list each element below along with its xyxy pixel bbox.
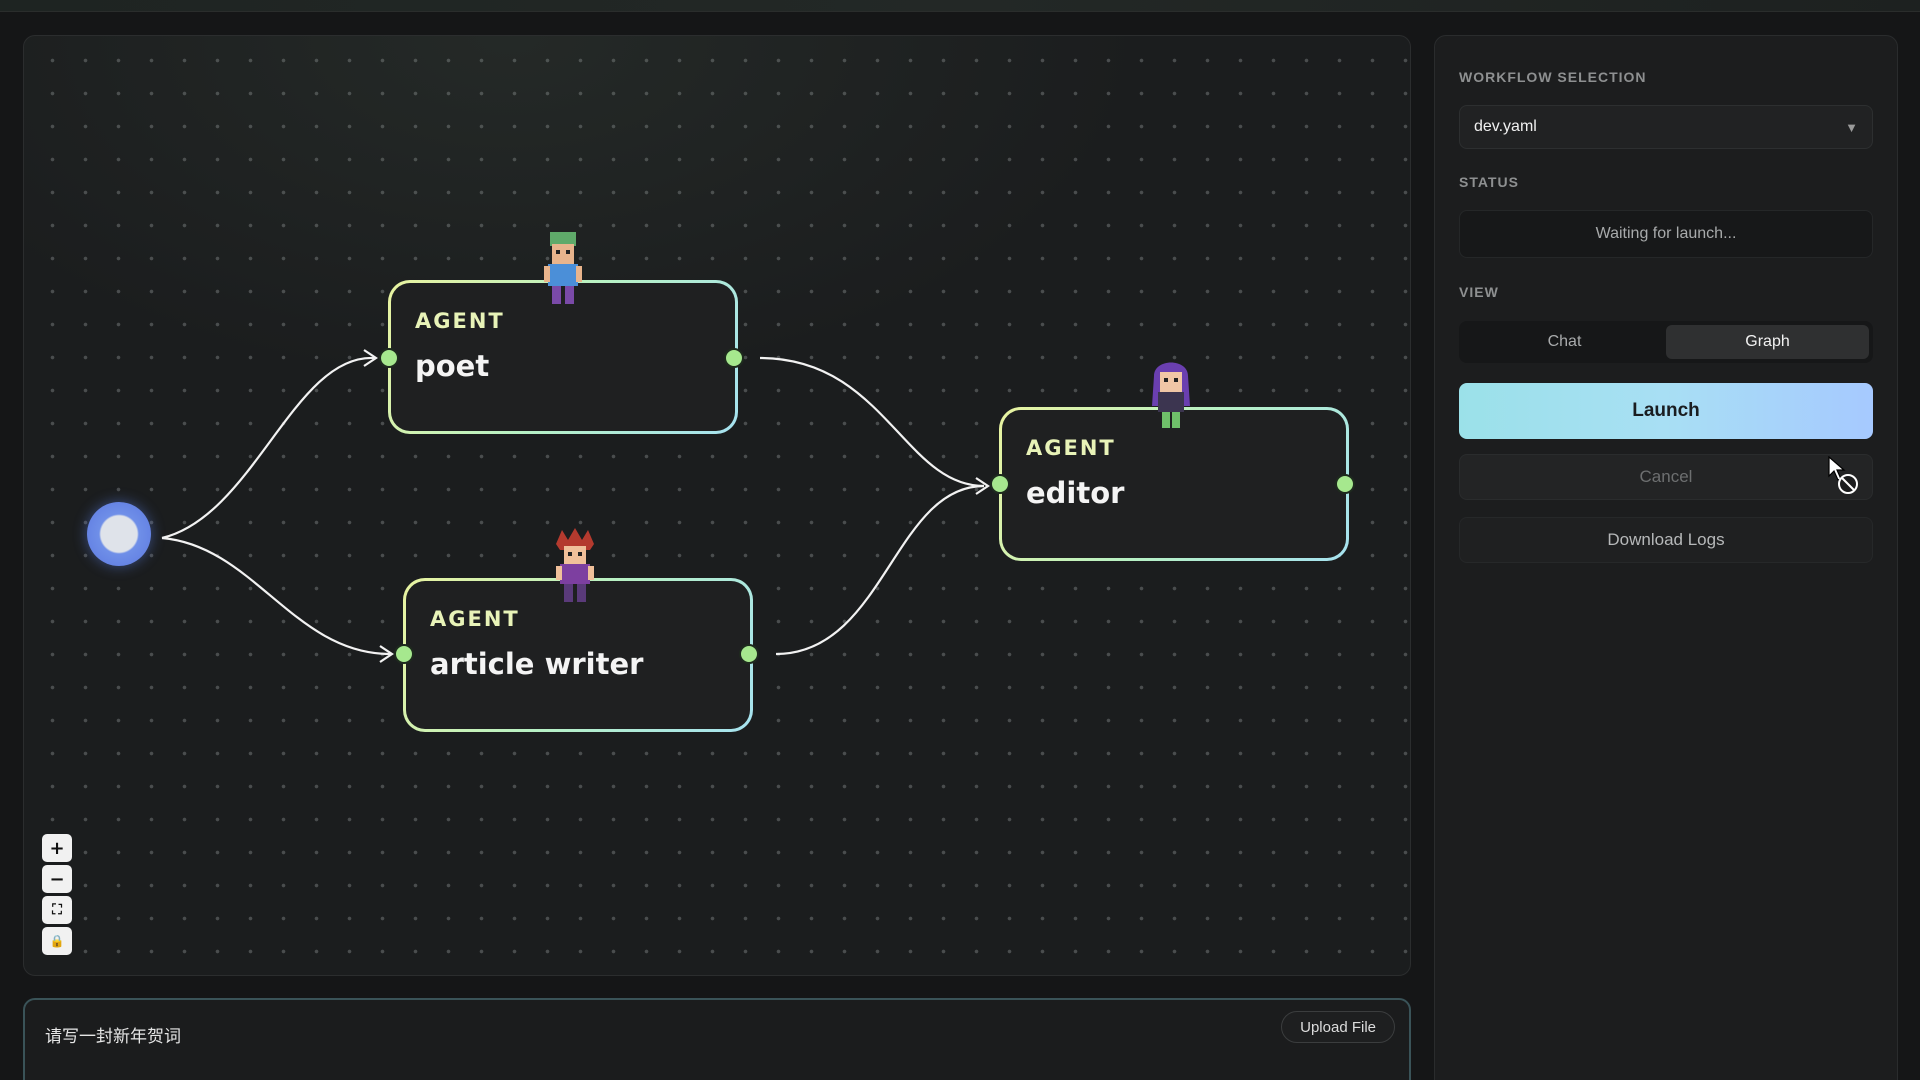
workflow-selection-label: WORKFLOW SELECTION bbox=[1459, 69, 1647, 85]
zoom-controls: + − ⛶ 🔒 bbox=[42, 834, 74, 958]
output-handle-article-writer[interactable] bbox=[739, 644, 759, 664]
article-writer-avatar-icon bbox=[556, 528, 594, 602]
agent-name: poet bbox=[415, 349, 490, 383]
poet-avatar-icon bbox=[544, 232, 582, 304]
output-handle-poet[interactable] bbox=[724, 348, 744, 368]
upload-file-button[interactable]: Upload File bbox=[1281, 1011, 1395, 1043]
status-label: STATUS bbox=[1459, 174, 1519, 190]
tab-graph[interactable]: Graph bbox=[1666, 325, 1869, 359]
download-logs-button[interactable]: Download Logs bbox=[1459, 517, 1873, 563]
view-toggle: Chat Graph bbox=[1459, 321, 1873, 363]
top-bar bbox=[0, 0, 1920, 12]
edge-start-article-writer bbox=[161, 536, 391, 656]
prompt-input[interactable]: 请写一封新年贺词 Upload File bbox=[23, 998, 1411, 1080]
edge-start-poet bbox=[161, 356, 375, 540]
view-label: VIEW bbox=[1459, 284, 1499, 300]
agent-name: article writer bbox=[430, 647, 644, 681]
zoom-in-button[interactable]: + bbox=[42, 834, 72, 862]
agent-kind-label: AGENT bbox=[430, 607, 520, 631]
status-display: Waiting for launch... bbox=[1459, 210, 1873, 258]
workflow-select[interactable]: dev.yaml ▼ bbox=[1459, 105, 1873, 149]
not-allowed-cursor-icon bbox=[1828, 456, 1858, 494]
edge-article-writer-editor bbox=[775, 484, 985, 656]
prompt-input-text[interactable]: 请写一封新年贺词 bbox=[45, 1022, 181, 1047]
agent-kind-label: AGENT bbox=[415, 309, 505, 333]
cancel-button[interactable]: Cancel bbox=[1459, 454, 1873, 500]
input-handle-editor[interactable] bbox=[990, 474, 1010, 494]
workflow-select-value: dev.yaml bbox=[1474, 118, 1537, 135]
caret-down-icon: ▼ bbox=[1845, 119, 1858, 135]
graph-canvas[interactable]: AGENT poet AGENT article writer AGENT ed… bbox=[23, 35, 1411, 976]
launch-button[interactable]: Launch bbox=[1459, 383, 1873, 439]
zoom-out-button[interactable]: − bbox=[42, 865, 72, 893]
start-node[interactable] bbox=[87, 502, 151, 566]
fit-view-button[interactable]: ⛶ bbox=[42, 896, 72, 924]
control-panel: WORKFLOW SELECTION dev.yaml ▼ STATUS Wai… bbox=[1434, 35, 1898, 1080]
input-handle-article-writer[interactable] bbox=[394, 644, 414, 664]
input-handle-poet[interactable] bbox=[379, 348, 399, 368]
agent-kind-label: AGENT bbox=[1026, 436, 1116, 460]
edge-poet-editor bbox=[759, 356, 985, 488]
editor-avatar-icon bbox=[1152, 362, 1190, 428]
output-handle-editor[interactable] bbox=[1335, 474, 1355, 494]
tab-chat[interactable]: Chat bbox=[1463, 325, 1666, 359]
agent-name: editor bbox=[1026, 476, 1125, 510]
lock-button[interactable]: 🔒 bbox=[42, 927, 72, 955]
